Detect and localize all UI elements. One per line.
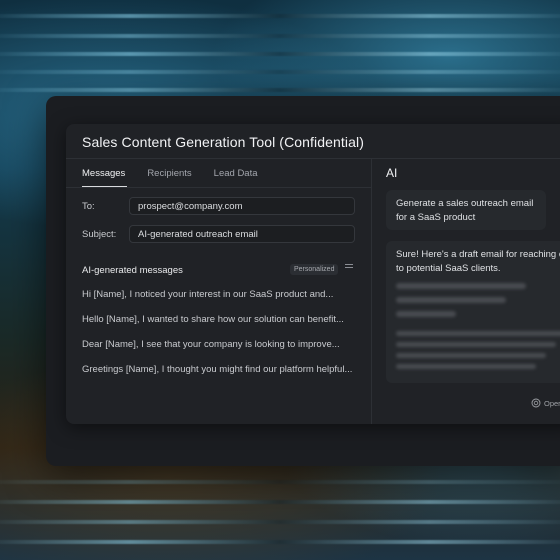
- wave: [0, 480, 560, 484]
- column-divider: [371, 158, 372, 424]
- wave: [0, 500, 560, 504]
- wave: [0, 70, 560, 74]
- tab-recipients[interactable]: Recipients: [147, 168, 191, 179]
- message-item[interactable]: Hi [Name], I noticed your interest in ou…: [82, 289, 333, 300]
- tabs-divider: [66, 187, 371, 188]
- title-divider: [66, 158, 560, 159]
- to-label: To:: [82, 201, 95, 212]
- tab-lead-data[interactable]: Lead Data: [214, 168, 258, 179]
- blurred-text: [396, 331, 560, 336]
- openai-icon: [531, 398, 541, 408]
- subject-field[interactable]: AI-generated outreach email: [129, 225, 355, 243]
- wave: [0, 520, 560, 524]
- message-item[interactable]: Greetings [Name], I thought you might fi…: [82, 364, 352, 375]
- ai-response-intro: Sure! Here's a draft email for reaching …: [396, 249, 560, 274]
- wave: [0, 88, 560, 92]
- user-prompt-bubble: Generate a sales outreach email for a Sa…: [386, 190, 546, 230]
- blurred-text: [396, 342, 556, 347]
- window-title: Sales Content Generation Tool (Confident…: [82, 134, 364, 150]
- blurred-text: [396, 364, 536, 369]
- wave: [0, 34, 560, 38]
- message-item[interactable]: Dear [Name], I see that your company is …: [82, 339, 340, 350]
- ai-panel-title: AI: [386, 166, 398, 180]
- provider-name: Oper: [544, 398, 560, 408]
- menu-icon[interactable]: [345, 264, 353, 272]
- user-prompt-text: Generate a sales outreach email for a Sa…: [396, 198, 534, 223]
- blurred-text: [396, 353, 546, 358]
- messages-section-title: AI-generated messages: [82, 265, 183, 276]
- blurred-text: [396, 283, 526, 289]
- tab-bar: Messages Recipients Lead Data: [82, 168, 258, 179]
- wave: [0, 540, 560, 544]
- personalized-badge: Personalized: [290, 264, 339, 275]
- tab-messages[interactable]: Messages: [82, 168, 125, 179]
- wave: [0, 52, 560, 56]
- app-window: Sales Content Generation Tool (Confident…: [66, 124, 560, 424]
- subject-label: Subject:: [82, 229, 117, 240]
- to-field[interactable]: prospect@company.com: [129, 197, 355, 215]
- wave: [0, 14, 560, 18]
- provider-badge: Oper: [531, 398, 560, 408]
- blurred-text: [396, 297, 506, 303]
- message-item[interactable]: Hello [Name], I wanted to share how our …: [82, 314, 344, 325]
- ai-response-bubble: Sure! Here's a draft email for reaching …: [386, 241, 560, 383]
- blurred-text: [396, 311, 456, 317]
